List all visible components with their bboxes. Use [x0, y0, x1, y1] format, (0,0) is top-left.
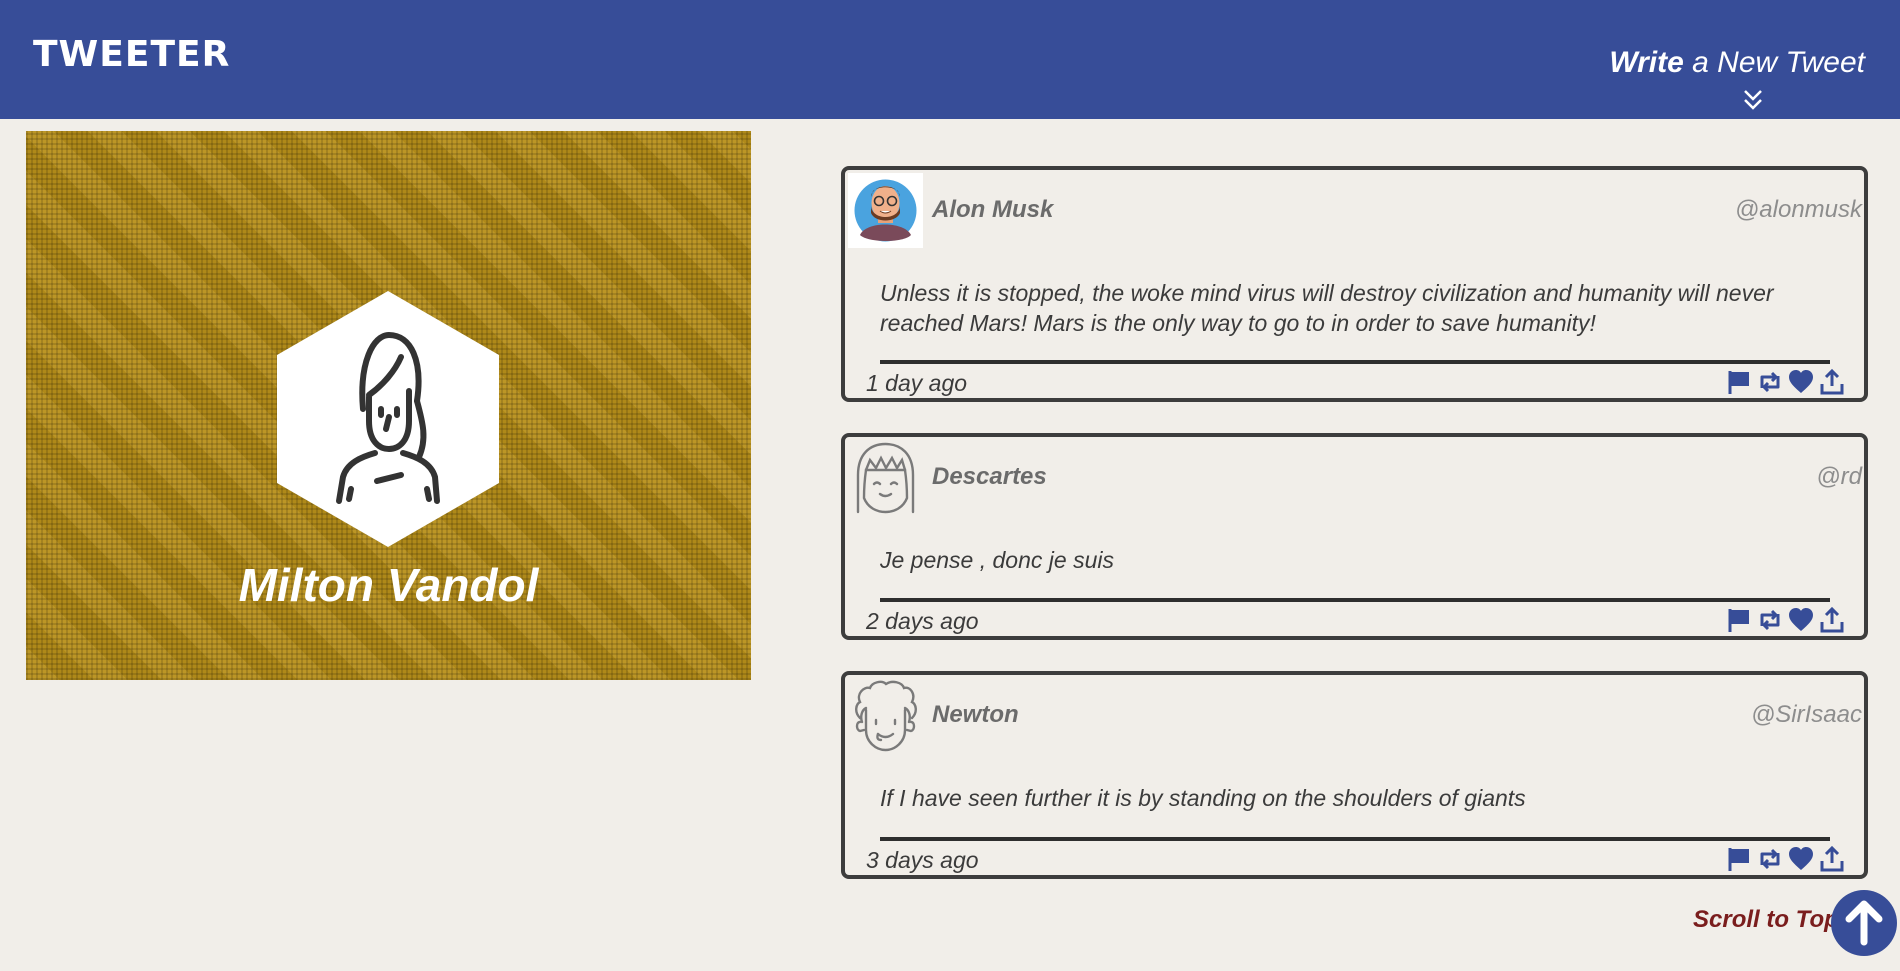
double-chevron-down-icon[interactable] — [1742, 88, 1764, 112]
tweet-timestamp: 2 days ago — [866, 608, 979, 634]
tweet-divider — [880, 360, 1830, 364]
tweet-content: If I have seen further it is by standing… — [880, 785, 1526, 811]
tweet-card: Newton @SirIsaac If I have seen further … — [841, 671, 1868, 879]
flag-icon[interactable] — [1725, 606, 1753, 634]
share-icon[interactable] — [1818, 606, 1846, 634]
woman-avatar-icon — [277, 291, 499, 547]
tweet-handle[interactable]: @rd — [1816, 463, 1862, 491]
tweet-content: Unless it is stopped, the woke mind viru… — [880, 280, 1774, 336]
profile-card: Milton Vandol — [26, 131, 751, 680]
scroll-to-top-label[interactable]: Scroll to Top — [1693, 906, 1839, 934]
write-label-strong: Write — [1609, 46, 1684, 79]
retweet-icon[interactable] — [1756, 606, 1784, 634]
flag-icon[interactable] — [1725, 368, 1753, 396]
tweet-handle[interactable]: @alonmusk — [1735, 196, 1862, 224]
brand-logo[interactable]: TWEETER — [33, 34, 230, 75]
tweet-actions — [1725, 606, 1846, 634]
scroll-to-top-button[interactable] — [1831, 890, 1897, 956]
arrow-up-icon — [1845, 900, 1883, 946]
tweet-divider — [880, 598, 1830, 602]
share-icon[interactable] — [1818, 845, 1846, 873]
flag-icon[interactable] — [1725, 845, 1753, 873]
tweet-author[interactable]: Descartes — [932, 463, 1047, 491]
tweet-handle[interactable]: @SirIsaac — [1751, 701, 1862, 729]
heart-icon[interactable] — [1787, 368, 1815, 396]
retweet-icon[interactable] — [1756, 845, 1784, 873]
girl-bangs-avatar-icon — [856, 442, 915, 514]
write-new-tweet-link[interactable]: Write a New Tweet — [1609, 46, 1865, 80]
top-navbar: TWEETER Write a New Tweet — [0, 0, 1900, 119]
heart-icon[interactable] — [1787, 606, 1815, 634]
profile-name: Milton Vandol — [238, 559, 539, 611]
tweet-content: Je pense , donc je suis — [880, 547, 1114, 573]
tweet-actions — [1725, 368, 1846, 396]
tweet-divider — [880, 837, 1830, 841]
retweet-icon[interactable] — [1756, 368, 1784, 396]
bearded-man-avatar-icon — [848, 173, 923, 248]
tweet-actions — [1725, 845, 1846, 873]
tweet-card: Descartes @rd Je pense , donc je suis 2 … — [841, 433, 1868, 640]
heart-icon[interactable] — [1787, 845, 1815, 873]
tweet-timestamp: 3 days ago — [866, 847, 979, 873]
tweet-author[interactable]: Alon Musk — [932, 196, 1053, 224]
share-icon[interactable] — [1818, 368, 1846, 396]
tweet-author[interactable]: Newton — [932, 701, 1019, 729]
write-label-rest: a New Tweet — [1683, 46, 1865, 79]
curly-hair-avatar-icon — [855, 680, 917, 752]
tweet-timestamp: 1 day ago — [866, 370, 968, 396]
tweet-card: Alon Musk @alonmusk Unless it is stopped… — [841, 166, 1868, 402]
